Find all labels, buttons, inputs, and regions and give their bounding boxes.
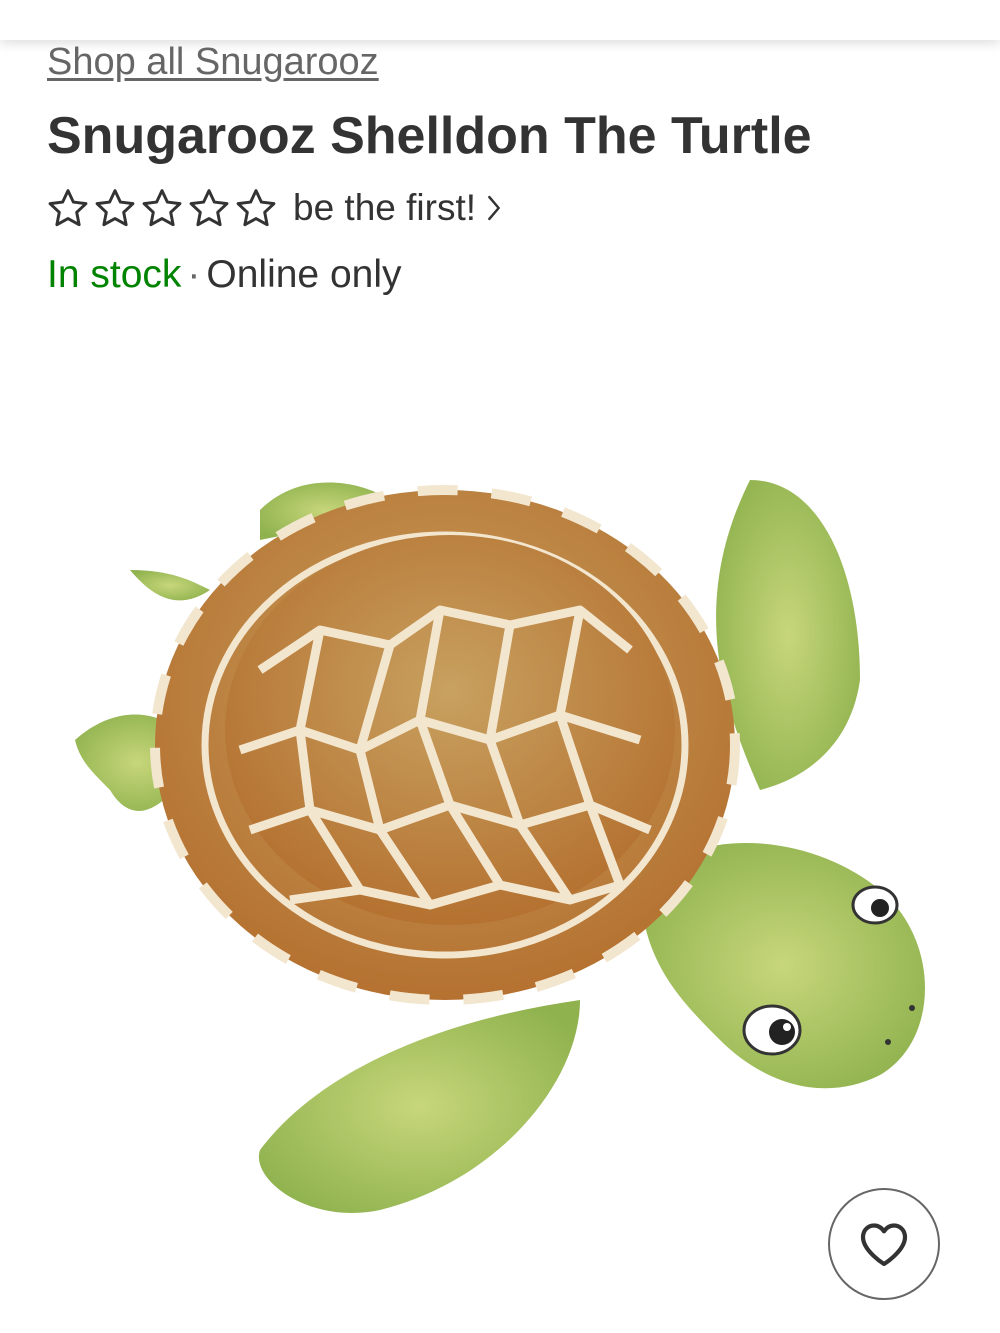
- add-to-favorites-button[interactable]: [828, 1188, 940, 1300]
- rating-stars: [47, 188, 277, 228]
- heart-icon: [856, 1218, 912, 1271]
- availability-info: In stock · Online only: [47, 250, 402, 300]
- write-review-link[interactable]: be the first!: [293, 187, 476, 229]
- rating-row[interactable]: be the first!: [47, 186, 502, 230]
- product-image[interactable]: [60, 460, 940, 1220]
- star-outline-icon: [94, 188, 136, 228]
- star-outline-icon: [235, 188, 277, 228]
- product-title: Snugarooz Shelldon The Turtle: [47, 107, 812, 165]
- star-outline-icon: [188, 188, 230, 228]
- chevron-right-icon: [486, 194, 502, 222]
- top-header-edge: [0, 0, 1000, 40]
- channel-status: Online only: [206, 253, 402, 296]
- stock-status: In stock: [47, 253, 182, 296]
- availability-separator: ·: [187, 253, 201, 296]
- star-outline-icon: [47, 188, 89, 228]
- star-outline-icon: [141, 188, 183, 228]
- turtle-plush-illustration: [75, 480, 925, 1213]
- shop-all-brand-link[interactable]: Shop all Snugarooz: [47, 38, 379, 86]
